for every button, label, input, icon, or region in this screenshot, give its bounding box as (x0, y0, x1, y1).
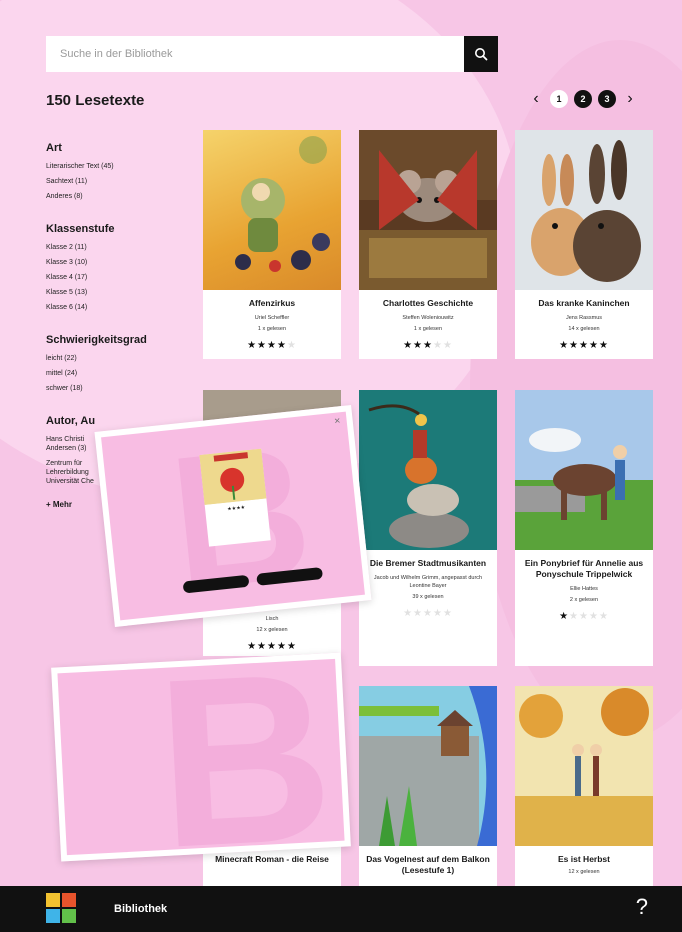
filter-option[interactable]: Klasse 5 (13) (46, 288, 196, 297)
book-cover (515, 130, 653, 290)
star-rating: ★★★★ (227, 504, 246, 513)
star-rating: ★★★★★ (559, 611, 609, 622)
book-cover (359, 390, 497, 550)
preview-overlay[interactable]: B (51, 652, 351, 862)
book-read-count: 14 x gelesen (568, 326, 600, 332)
filter-option[interactable]: schwer (18) (46, 384, 196, 393)
star-rating: ★★★★★ (247, 340, 297, 351)
book-cover (515, 686, 653, 846)
search-icon (475, 48, 488, 61)
book-author: Steffen Woleniouwitz (402, 315, 454, 321)
filter-title: Klassenstufe (46, 223, 115, 235)
close-icon[interactable]: ✕ (333, 416, 341, 426)
book-read-count: 2 x gelesen (569, 597, 599, 603)
filter-option[interactable]: Sachtext (11) (46, 177, 196, 186)
book-card[interactable]: Affenzirkus Uriel Scheffler 1 x gelesen … (203, 130, 341, 359)
book-card[interactable]: Charlottes Geschichte Steffen Woleniouwi… (359, 130, 497, 359)
book-cover (359, 686, 497, 846)
star-rating: ★★★★★ (247, 641, 297, 652)
book-card[interactable]: Ein Ponybrief für Annelie aus Ponyschule… (515, 390, 653, 666)
book-card[interactable]: Das kranke Kaninchen Jens Rassmus 14 x g… (515, 130, 653, 359)
filter-option[interactable]: leicht (22) (46, 354, 196, 363)
book-read-count: 1 x gelesen (257, 326, 287, 332)
filter-group-art: Art Literarischer Text (45) Sachtext (11… (46, 142, 196, 201)
book-card[interactable]: Das Vogelnest auf dem Balkon (Lesestufe … (359, 686, 497, 886)
book-title: Minecraft Roman - die Reise (215, 854, 329, 864)
filter-title: Schwierigkeitsgrad (46, 334, 147, 346)
prev-page-button[interactable]: ‹ (528, 90, 544, 108)
book-cover (203, 130, 341, 290)
book-title: Ein Ponybrief für Annelie aus Ponyschule… (524, 558, 644, 579)
page-2-button[interactable]: 2 (574, 90, 592, 108)
star-rating: ★★★★★ (403, 340, 453, 351)
book-title: Das kranke Kaninchen (538, 298, 630, 308)
page-3-button[interactable]: 3 (598, 90, 616, 108)
nav-library-link[interactable]: Bibliothek (114, 903, 167, 915)
star-rating: ★★★★★ (559, 340, 609, 351)
book-title: Charlottes Geschichte (382, 298, 474, 308)
book-card[interactable]: Es ist Herbst 12 x gelesen (515, 686, 653, 886)
book-card[interactable]: Die Bremer Stadtmusikanten Jacob und Wil… (359, 390, 497, 666)
star-rating: ★★★★★ (403, 608, 453, 619)
search-input[interactable] (46, 36, 464, 72)
filter-option[interactable]: Klasse 4 (17) (46, 273, 196, 282)
filter-option[interactable]: Klasse 6 (14) (46, 303, 196, 312)
book-author: Jens Rassmus (565, 315, 603, 321)
book-read-count: 39 x gelesen (412, 594, 444, 600)
bottom-navigation: Bibliothek ? (0, 886, 682, 932)
search-button[interactable] (464, 36, 498, 72)
filter-option[interactable]: Klasse 2 (11) (46, 243, 196, 252)
filter-option[interactable]: mittel (24) (46, 369, 196, 378)
pagination: ‹ 1 2 3 › (528, 90, 638, 108)
filter-group-schwierigkeitsgrad: Schwierigkeitsgrad leicht (22) mittel (2… (46, 334, 196, 393)
filter-option[interactable]: Hans Christi Andersen (3) (46, 435, 102, 453)
filter-option[interactable]: Anderes (8) (46, 192, 196, 201)
book-author: Ellie Hattes (570, 586, 598, 592)
book-preview-thumbnail: ★★★★ (199, 448, 271, 547)
page-1-button[interactable]: 1 (550, 90, 568, 108)
book-read-count: 12 x gelesen (568, 869, 600, 875)
result-count: 150 Lesetexte (46, 92, 145, 109)
preview-overlay[interactable]: B ✕ ★★★★ (94, 405, 372, 631)
brand-letter-graphic: B (151, 652, 339, 862)
filter-group-klassenstufe: Klassenstufe Klasse 2 (11) Klasse 3 (10)… (46, 223, 196, 312)
search-bar (46, 36, 498, 72)
filter-option[interactable]: Literarischer Text (45) (46, 162, 196, 171)
book-cover (359, 130, 497, 290)
book-author: Jacob und Wilhelm Grimm, angepasst durch… (373, 575, 483, 589)
book-cover (515, 390, 653, 550)
book-read-count: 12 x gelesen (256, 627, 288, 633)
help-icon[interactable]: ? (636, 894, 648, 920)
book-title: Das Vogelnest auf dem Balkon (Lesestufe … (366, 854, 490, 875)
filter-option[interactable]: Klasse 3 (10) (46, 258, 196, 267)
book-title: Affenzirkus (248, 298, 296, 308)
filter-title: Art (46, 142, 62, 154)
next-page-button[interactable]: › (622, 90, 638, 108)
book-title: Es ist Herbst (558, 854, 610, 864)
book-title: Die Bremer Stadtmusikanten (369, 558, 487, 568)
book-author: Uriel Scheffler (254, 315, 290, 321)
app-logo (46, 893, 80, 925)
book-read-count: 1 x gelesen (413, 326, 443, 332)
